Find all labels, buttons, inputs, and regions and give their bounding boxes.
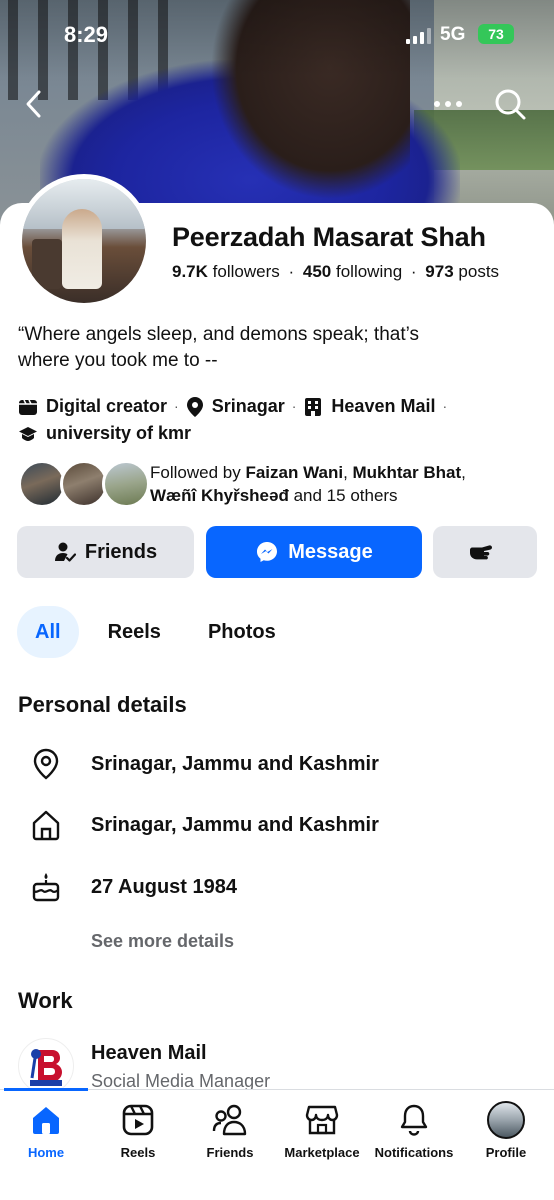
followed-by-suffix: and 15 others bbox=[293, 486, 398, 505]
more-options-button[interactable] bbox=[428, 84, 468, 124]
profile-intro: Digital creator · Srinagar · Heaven Mail… bbox=[18, 393, 543, 447]
hometown-text: Srinagar, Jammu and Kashmir bbox=[91, 813, 379, 836]
profile-avatar-thumb bbox=[487, 1101, 525, 1139]
mutual-avatar bbox=[102, 460, 150, 508]
mutual-name[interactable]: Wæñî Khyřsheəđ bbox=[150, 486, 289, 505]
search-button[interactable] bbox=[490, 84, 530, 124]
bio-line: “Where angels sleep, and demons speak; t… bbox=[18, 324, 419, 345]
ellipsis-icon bbox=[434, 101, 462, 107]
company-logo[interactable] bbox=[18, 1038, 74, 1094]
profile-name: Peerzadah Masarat Shah bbox=[172, 222, 486, 252]
home-icon bbox=[33, 1107, 59, 1134]
message-button[interactable]: Message bbox=[206, 526, 422, 578]
home-outline-icon bbox=[32, 810, 60, 841]
workplace-chip[interactable]: Heaven Mail bbox=[303, 393, 435, 420]
nav-notifications-label: Notifications bbox=[374, 1145, 454, 1160]
clapperboard-icon bbox=[19, 399, 37, 415]
bell-icon bbox=[400, 1104, 428, 1136]
posts-label: posts bbox=[458, 262, 500, 281]
followers-label[interactable]: followers bbox=[213, 262, 280, 281]
message-button-label: Message bbox=[288, 540, 373, 563]
personal-details-heading: Personal details bbox=[18, 692, 187, 717]
friends-button[interactable]: Friends bbox=[17, 526, 194, 578]
nav-marketplace[interactable]: Marketplace bbox=[276, 1100, 368, 1170]
detail-current-city: Srinagar, Jammu and Kashmir bbox=[28, 744, 528, 784]
pointing-hand-icon bbox=[469, 545, 492, 560]
cake-icon bbox=[32, 873, 60, 902]
building-icon bbox=[305, 397, 322, 416]
nav-reels[interactable]: Reels bbox=[92, 1100, 184, 1170]
mutual-avatar bbox=[60, 460, 108, 508]
see-more-details-link[interactable]: See more details bbox=[91, 931, 234, 952]
mutual-followers[interactable]: Followed by Faizan Wani, Mukhtar Bhat, W… bbox=[18, 460, 548, 508]
profile-bio: “Where angels sleep, and demons speak; t… bbox=[18, 322, 538, 374]
work-company[interactable]: Heaven Mail bbox=[91, 1042, 207, 1065]
active-tab-indicator bbox=[4, 1088, 88, 1091]
reels-icon bbox=[122, 1104, 154, 1136]
profile-tabs: All Reels Photos bbox=[17, 606, 305, 658]
tab-all[interactable]: All bbox=[17, 606, 79, 658]
following-label[interactable]: following bbox=[336, 262, 402, 281]
work-heading: Work bbox=[18, 988, 73, 1013]
category-label: Digital creator bbox=[46, 396, 168, 416]
location-pin-icon bbox=[33, 748, 59, 780]
nav-profile[interactable]: Profile bbox=[460, 1100, 552, 1170]
tab-photos[interactable]: Photos bbox=[190, 606, 294, 658]
nav-notifications[interactable]: Notifications bbox=[368, 1100, 460, 1170]
nav-profile-label: Profile bbox=[485, 1145, 527, 1160]
birthday-text: 27 August 1984 bbox=[91, 875, 237, 898]
profile-avatar[interactable] bbox=[17, 174, 151, 308]
detail-hometown: Srinagar, Jammu and Kashmir bbox=[28, 805, 528, 845]
status-time: 8:29 bbox=[64, 22, 109, 47]
signal-icon bbox=[406, 28, 431, 44]
category-chip: Digital creator bbox=[18, 393, 167, 420]
education-label[interactable]: university of kmr bbox=[46, 420, 191, 447]
mutual-avatar bbox=[18, 460, 66, 508]
nav-friends-label: Friends bbox=[206, 1145, 254, 1160]
search-icon bbox=[495, 89, 526, 120]
location-pin-icon bbox=[186, 396, 203, 417]
current-city-text: Srinagar, Jammu and Kashmir bbox=[91, 752, 379, 775]
nav-marketplace-label: Marketplace bbox=[284, 1145, 360, 1160]
posts-count: 973 bbox=[425, 262, 454, 281]
messenger-icon bbox=[257, 542, 278, 562]
company-logo-mark bbox=[30, 1049, 62, 1086]
education-chip[interactable]: university of kmr bbox=[18, 420, 191, 447]
nav-home[interactable]: Home bbox=[0, 1100, 92, 1170]
nav-home-label: Home bbox=[27, 1145, 65, 1160]
nav-reels-label: Reels bbox=[120, 1145, 156, 1160]
profile-stats: 9.7K followers · 450 following · 973 pos… bbox=[172, 262, 500, 281]
graduation-cap-icon bbox=[19, 426, 37, 441]
detail-birthday: 27 August 1984 bbox=[28, 867, 528, 907]
location-chip[interactable]: Srinagar bbox=[186, 393, 285, 420]
workplace-label[interactable]: Heaven Mail bbox=[331, 393, 435, 420]
nav-friends[interactable]: Friends bbox=[184, 1100, 276, 1170]
following-count[interactable]: 450 bbox=[303, 262, 331, 281]
followers-count[interactable]: 9.7K bbox=[172, 262, 208, 281]
battery-indicator: 73 bbox=[478, 24, 514, 44]
followed-by-text: Followed by Faizan Wani, Mukhtar Bhat, W… bbox=[150, 463, 466, 505]
chevron-left-icon bbox=[26, 90, 41, 118]
poke-button[interactable] bbox=[433, 526, 537, 578]
friends-icon bbox=[212, 1104, 247, 1136]
mutual-name[interactable]: Faizan Wani bbox=[245, 463, 343, 482]
followed-by-prefix: Followed by bbox=[150, 463, 241, 482]
friend-check-icon bbox=[54, 542, 76, 562]
network-type: 5G bbox=[440, 24, 466, 45]
bio-line: where you took me to -- bbox=[18, 350, 218, 371]
status-bar: 8:29 5G 73 bbox=[0, 22, 554, 52]
tab-reels[interactable]: Reels bbox=[90, 606, 179, 658]
marketplace-icon bbox=[305, 1105, 339, 1135]
back-button[interactable] bbox=[14, 84, 54, 124]
friends-button-label: Friends bbox=[84, 540, 158, 563]
mutual-name[interactable]: Mukhtar Bhat bbox=[353, 463, 462, 482]
location-label[interactable]: Srinagar bbox=[212, 393, 285, 420]
